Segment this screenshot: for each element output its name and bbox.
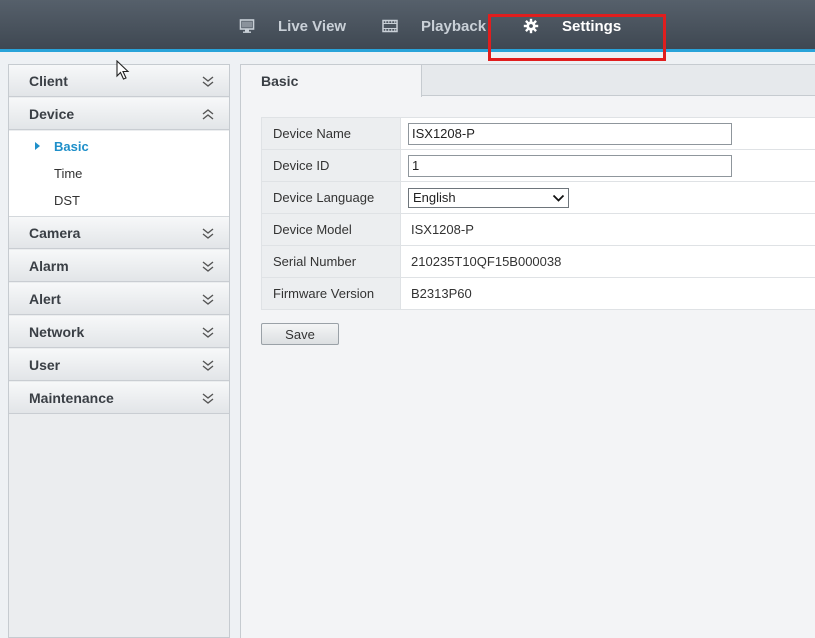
chevron-double-down-icon [202,294,214,305]
save-button[interactable]: Save [261,323,339,345]
form-row-device-language: Device Language English [262,182,815,214]
form-row-device-id: Device ID [262,150,815,182]
top-nav-bar: Live View Playback Settings [0,0,815,52]
device-language-label: Device Language [262,182,401,213]
sidebar-section-label: Network [29,323,85,340]
sidebar-section-label: User [29,356,61,373]
chevron-double-up-icon [202,109,214,120]
settings-sidebar: Client Device Basic Time DST Camera Alar… [8,64,230,638]
sidebar-section-label: Alert [29,290,61,307]
sidebar-section-user[interactable]: User [9,349,229,381]
sidebar-section-device[interactable]: Device [9,98,229,130]
serial-number-value: 210235T10QF15B000038 [411,254,562,269]
sidebar-section-label: Client [29,72,68,89]
tab-basic-label: Basic [261,73,299,89]
device-language-value: English [413,190,456,205]
caret-right-icon [35,142,40,150]
nav-playback-label: Playback [421,17,487,35]
nav-settings[interactable]: Settings [522,0,621,52]
sidebar-item-dst[interactable]: DST [9,187,229,214]
chevron-double-down-icon [202,327,214,338]
form-row-device-model: Device Model ISX1208-P [262,214,815,246]
sidebar-section-label: Alarm [29,257,69,274]
device-model-value: ISX1208-P [411,222,474,237]
sidebar-section-camera[interactable]: Camera [9,217,229,249]
chevron-double-down-icon [202,360,214,371]
device-language-select[interactable]: English [408,187,569,208]
nav-settings-label: Settings [562,17,622,35]
sidebar-section-alarm[interactable]: Alarm [9,250,229,282]
serial-number-label: Serial Number [262,246,401,277]
sidebar-section-maintenance[interactable]: Maintenance [9,382,229,414]
gear-icon [522,17,540,35]
sidebar-item-label: DST [54,193,80,208]
firmware-version-label: Firmware Version [262,278,401,309]
monitor-icon [238,17,256,35]
device-name-input[interactable] [408,122,732,145]
sidebar-section-network[interactable]: Network [9,316,229,348]
main-content: Basic Device Name Device ID Device Langu… [240,64,815,638]
sidebar-section-label: Camera [29,224,81,241]
device-submenu: Basic Time DST [9,131,229,217]
sidebar-item-label: Basic [54,139,89,154]
form-row-device-name: Device Name [262,118,815,150]
sidebar-section-client[interactable]: Client [9,65,229,97]
device-id-label: Device ID [262,150,401,181]
film-icon [381,17,399,35]
basic-settings-form: Device Name Device ID Device Language En… [261,117,815,310]
chevron-double-down-icon [202,76,214,87]
tab-basic[interactable]: Basic [241,65,422,97]
nav-live-view-label: Live View [278,17,347,35]
device-id-input[interactable] [408,154,732,177]
sidebar-item-basic[interactable]: Basic [9,133,229,160]
chevron-double-down-icon [202,393,214,404]
form-row-serial-number: Serial Number 210235T10QF15B000038 [262,246,815,278]
sidebar-section-alert[interactable]: Alert [9,283,229,315]
form-row-firmware-version: Firmware Version B2313P60 [262,278,815,310]
sidebar-section-label: Device [29,105,75,122]
chevron-double-down-icon [202,228,214,239]
chevron-double-down-icon [202,261,214,272]
sidebar-section-label: Maintenance [29,389,114,406]
chevron-down-icon [552,194,565,202]
device-name-label: Device Name [262,118,401,149]
active-tab-indicator [502,49,642,52]
nav-live-view[interactable]: Live View [238,0,346,52]
nav-playback[interactable]: Playback [381,0,486,52]
sidebar-item-label: Time [54,166,83,181]
firmware-version-value: B2313P60 [411,286,472,301]
sidebar-item-time[interactable]: Time [9,160,229,187]
device-model-label: Device Model [262,214,401,245]
